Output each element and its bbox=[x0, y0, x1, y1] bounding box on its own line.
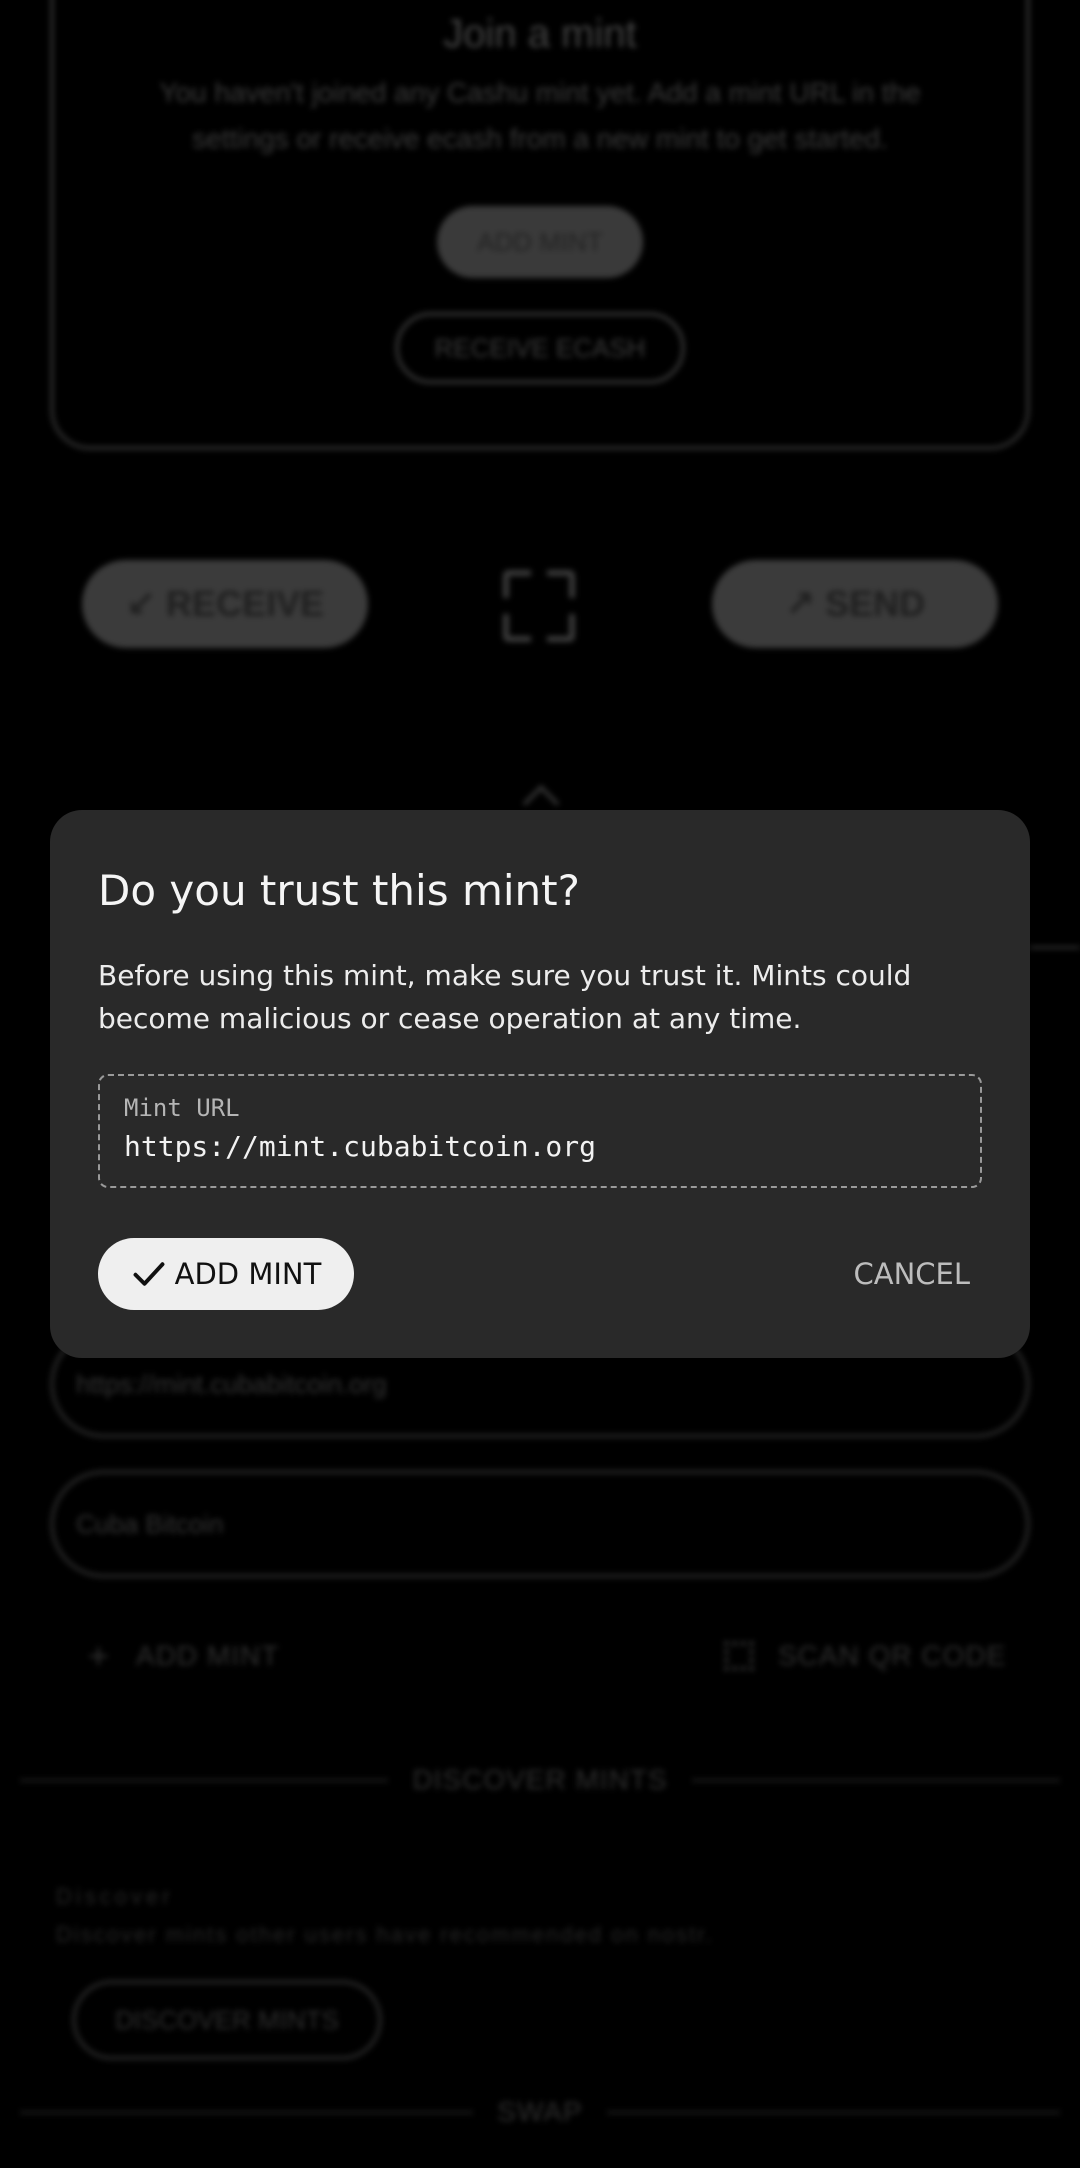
bg-discover-description: Discover mints other users have recommen… bbox=[56, 1922, 714, 1947]
bg-swap-divider-label: SWAP bbox=[497, 2096, 583, 2127]
mint-url-value: https://mint.cubabitcoin.org bbox=[124, 1130, 597, 1163]
qr-code-icon bbox=[724, 1641, 754, 1671]
add-mint-button-label: ADD MINT bbox=[174, 1257, 322, 1291]
bg-swap-divider: SWAP bbox=[20, 2090, 1061, 2134]
mint-url-box: Mint URL https://mint.cubabitcoin.org bbox=[98, 1074, 982, 1188]
bg-scan-qr-link: SCAN QR CODE bbox=[724, 1634, 1006, 1678]
bg-send-button: ↗ SEND bbox=[712, 560, 998, 648]
bg-discover-divider: DISCOVER MINTS bbox=[20, 1758, 1061, 1802]
mint-url-label: Mint URL bbox=[124, 1094, 240, 1122]
check-icon bbox=[133, 1262, 165, 1286]
cancel-button[interactable]: CANCEL bbox=[853, 1238, 970, 1310]
bg-discover-divider-label: DISCOVER MINTS bbox=[412, 1764, 668, 1795]
join-mint-title: Join a mint bbox=[443, 12, 637, 56]
bg-add-mint-link-label: ADD MINT bbox=[136, 1640, 280, 1671]
bg-divider bbox=[1030, 946, 1080, 949]
bg-discover-label: Discover bbox=[56, 1884, 174, 1909]
join-mint-description: You haven't joined any Cashu mint yet. A… bbox=[159, 77, 921, 154]
bg-scan-qr-link-label: SCAN QR CODE bbox=[778, 1640, 1007, 1671]
bg-discover-mints-button: DISCOVER MINTS bbox=[72, 1980, 382, 2060]
dialog-body: Before using this mint, make sure you tr… bbox=[98, 959, 912, 1035]
bg-add-mint-button: ADD MINT bbox=[437, 206, 643, 278]
trust-mint-dialog: Do you trust this mint? Before using thi… bbox=[50, 810, 1030, 1358]
bg-receive-ecash-button: RECEIVE ECASH bbox=[395, 312, 685, 384]
dialog-title: Do you trust this mint? bbox=[98, 866, 580, 915]
add-mint-button[interactable]: ADD MINT bbox=[98, 1238, 354, 1310]
plus-icon: + bbox=[88, 1635, 111, 1676]
bg-add-mint-link: + ADD MINT bbox=[88, 1634, 279, 1678]
bg-receive-button: ↙ RECEIVE bbox=[82, 560, 368, 648]
app-root: Join a mint You haven't joined any Cashu… bbox=[0, 0, 1080, 2168]
bg-scan-icon bbox=[503, 570, 575, 642]
bg-mint-name-field: Cuba Bitcoin bbox=[50, 1470, 1030, 1578]
